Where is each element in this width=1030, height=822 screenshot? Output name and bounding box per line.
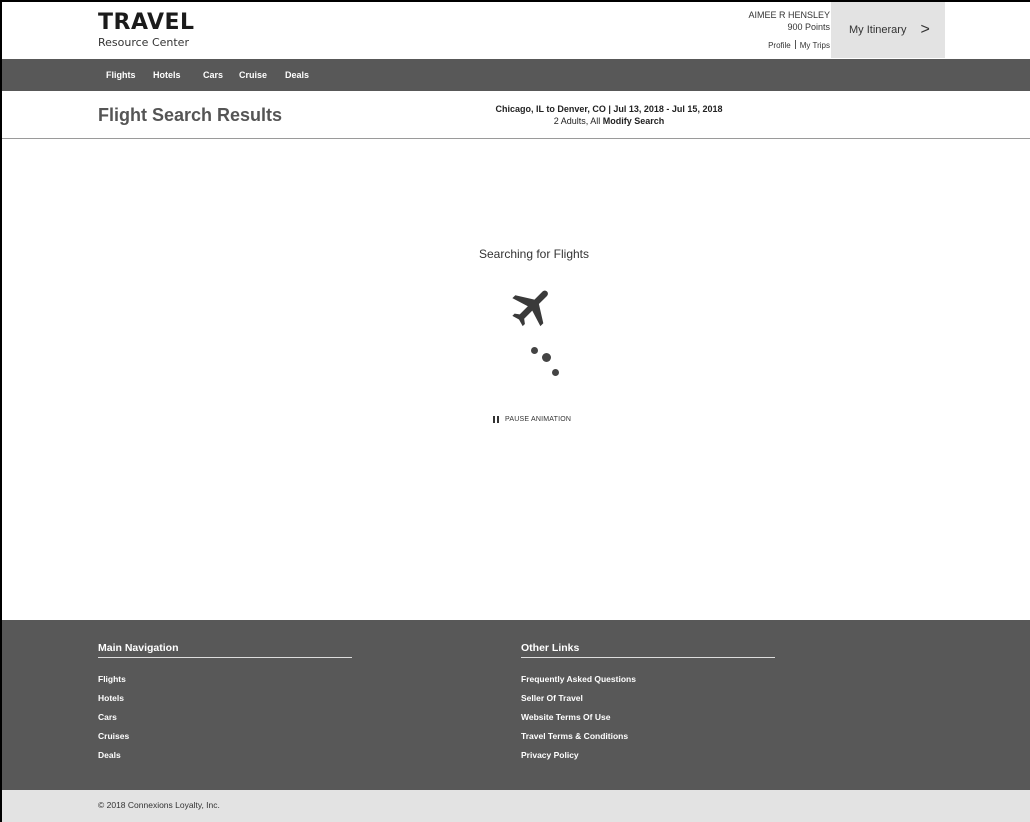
trail-dot (542, 353, 551, 362)
nav-item-cruise[interactable]: Cruise (239, 59, 267, 91)
footer-link-travel-terms[interactable]: Travel Terms & Conditions (521, 727, 775, 746)
footer-heading-main-navigation: Main Navigation (98, 642, 352, 658)
copyright-bar: © 2018 Connexions Loyalty, Inc. (2, 790, 1030, 822)
pause-animation-button[interactable]: PAUSE ANIMATION (493, 416, 571, 423)
airplane-icon (512, 290, 548, 327)
footer-link-flights[interactable]: Flights (98, 670, 352, 689)
search-summary: Chicago, IL to Denver, CO | Jul 13, 2018… (482, 103, 736, 127)
my-itinerary-label: My Itinerary (849, 24, 907, 36)
trail-dot (552, 369, 559, 376)
footer-main-navigation: Main Navigation Flights Hotels Cars Crui… (98, 642, 352, 765)
footer-link-website-terms[interactable]: Website Terms Of Use (521, 708, 775, 727)
brand-name: TRAVEL (98, 10, 195, 35)
trail-dot (531, 347, 538, 354)
pause-animation-label: PAUSE ANIMATION (505, 416, 572, 423)
footer: Main Navigation Flights Hotels Cars Crui… (2, 620, 1030, 790)
footer-link-seller-of-travel[interactable]: Seller Of Travel (521, 689, 775, 708)
main-nav: Flights Hotels Cars Cruise Deals (2, 59, 1030, 91)
search-route: Chicago, IL to Denver, CO | Jul 13, 2018… (495, 104, 723, 114)
footer-link-cruises[interactable]: Cruises (98, 727, 352, 746)
page-title: Flight Search Results (98, 105, 283, 125)
nav-item-cars[interactable]: Cars (203, 59, 223, 91)
footer-link-cars[interactable]: Cars (98, 708, 352, 727)
footer-link-privacy-policy[interactable]: Privacy Policy (521, 746, 775, 765)
profile-link[interactable]: Profile (768, 41, 791, 50)
brand-logo[interactable]: TRAVEL Resource Center (98, 11, 195, 50)
travelers-text: 2 Adults, All (553, 116, 601, 126)
user-links: Profile My Trips (748, 40, 830, 52)
user-info: AIMEE R HENSLEY 900 Points Profile My Tri… (748, 9, 830, 52)
user-name: AIMEE R HENSLEY (748, 10, 830, 20)
chevron-right-icon: > (920, 21, 930, 38)
brand-tagline: Resource Center (98, 36, 189, 49)
copyright-text: © 2018 Connexions Loyalty, Inc. (98, 800, 220, 810)
my-itinerary-button[interactable]: My Itinerary > (831, 2, 945, 58)
header: TRAVEL Resource Center AIMEE R HENSLEY 9… (2, 2, 1030, 58)
footer-link-deals[interactable]: Deals (98, 746, 352, 765)
searching-message: Searching for Flights (478, 247, 590, 261)
pause-icon (493, 416, 499, 423)
my-trips-link[interactable]: My Trips (800, 41, 830, 50)
modify-search-link[interactable]: Modify Search (603, 116, 665, 126)
footer-link-faq[interactable]: Frequently Asked Questions (521, 670, 775, 689)
link-divider (794, 40, 796, 49)
footer-other-links: Other Links Frequently Asked Questions S… (521, 642, 775, 765)
search-details: 2 Adults, All Modify Search (482, 115, 736, 127)
footer-link-hotels[interactable]: Hotels (98, 689, 352, 708)
nav-item-flights[interactable]: Flights (106, 59, 136, 91)
title-bar: Flight Search Results Chicago, IL to Den… (2, 92, 1030, 139)
user-points: 900 Points (787, 22, 830, 32)
footer-heading-other-links: Other Links (521, 642, 775, 658)
nav-item-deals[interactable]: Deals (285, 59, 309, 91)
nav-item-hotels[interactable]: Hotels (153, 59, 181, 91)
